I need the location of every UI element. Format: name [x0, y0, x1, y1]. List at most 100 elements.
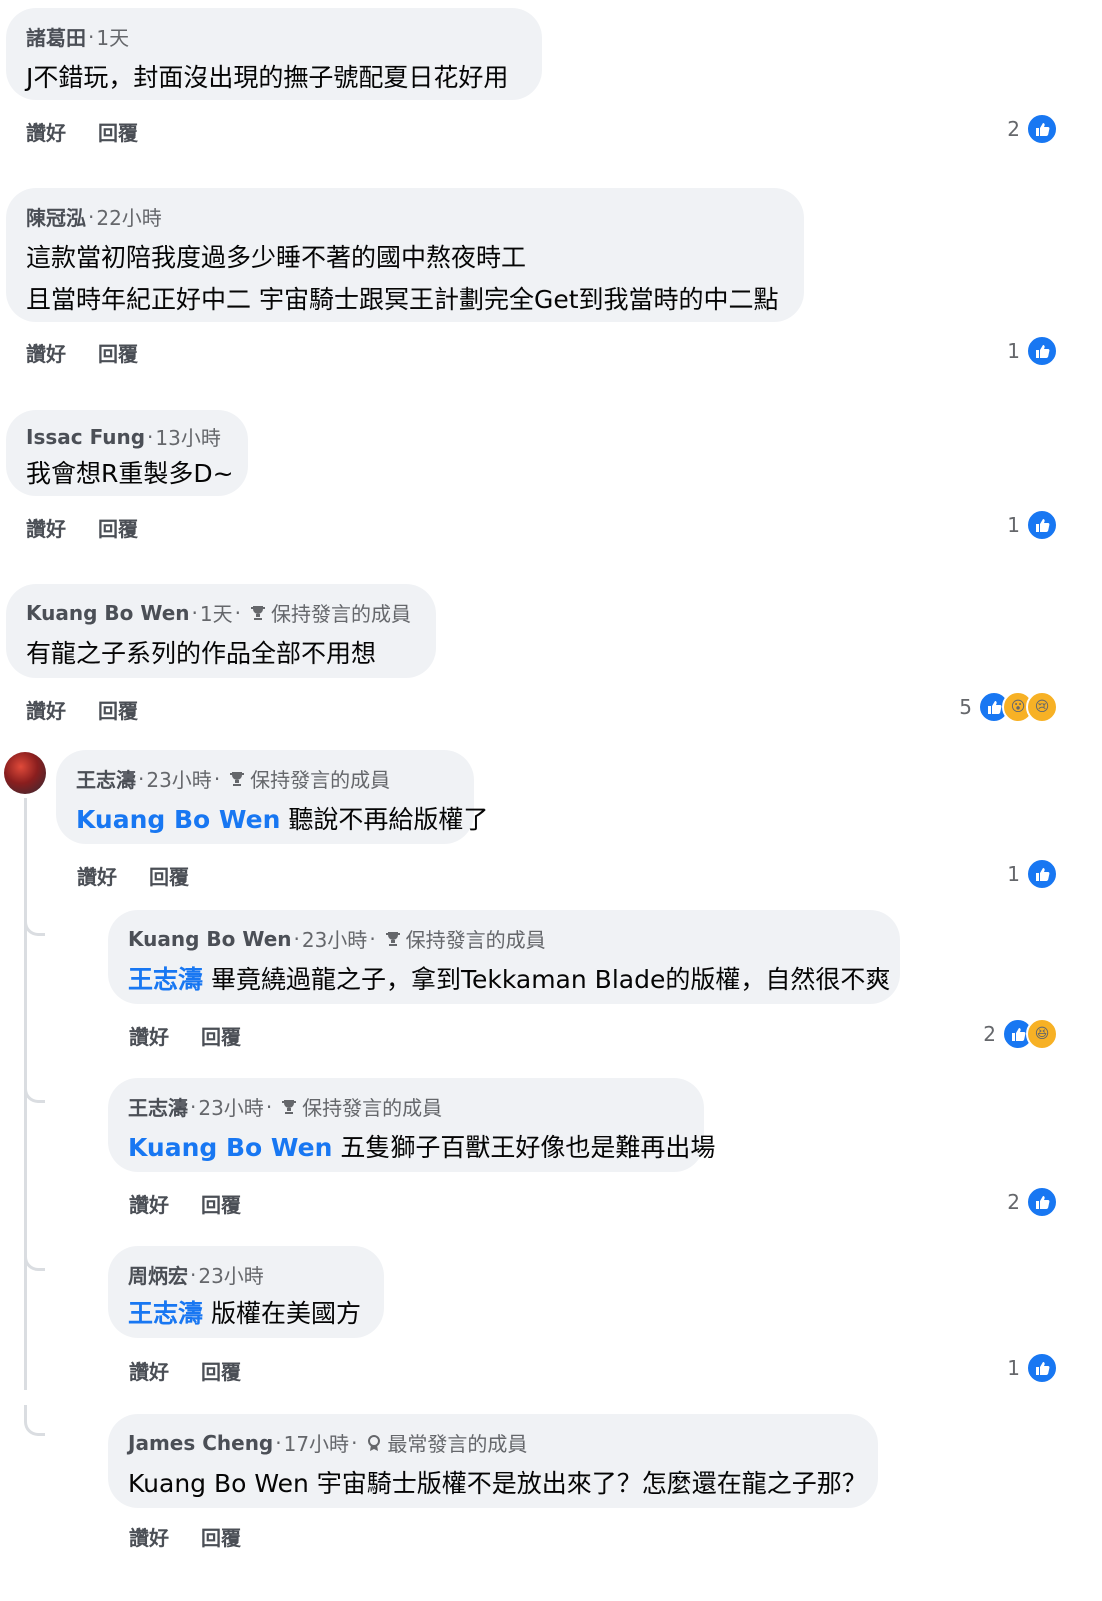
comment-text: 我會想R重製多D~ [26, 459, 234, 488]
comment-bubble: 諸葛田 · 1天 J不錯玩，封面沒出現的撫子號配夏日花好用 [6, 8, 542, 100]
top-contributor-icon [368, 1434, 381, 1451]
reaction-summary[interactable]: 5 😮 😢 [959, 691, 1058, 723]
reaction-summary[interactable]: 2 [1007, 1186, 1058, 1218]
reply-body: 聽說不再給版權了 [288, 805, 489, 834]
commenter-name[interactable]: James Cheng [128, 1431, 273, 1455]
comment-time[interactable]: 23小時 [146, 764, 211, 793]
commenter-name[interactable]: Kuang Bo Wen [26, 601, 190, 625]
trophy-icon [250, 605, 265, 620]
comment-time[interactable]: 23小時 [302, 924, 367, 953]
reply-button[interactable]: 回覆 [201, 1189, 241, 1218]
like-button[interactable]: 讚好 [26, 513, 66, 542]
commenter-name[interactable]: 陳冠泓 [26, 202, 86, 231]
member-badge: 保持發言的成員 [228, 764, 390, 793]
badge-label: 保持發言的成員 [250, 768, 391, 792]
comment-meta: 諸葛田 · 1天 [26, 22, 129, 51]
reply-button[interactable]: 回覆 [98, 513, 138, 542]
commenter-name[interactable]: 諸葛田 [26, 22, 86, 51]
like-icon [1026, 113, 1058, 145]
mention-link[interactable]: 王志濤 [128, 965, 203, 994]
thread-connector [24, 1072, 45, 1103]
reply-button[interactable]: 回覆 [98, 117, 138, 146]
comment-meta: James Cheng · 17小時 · 最常發言的成員 [128, 1428, 527, 1457]
reply-body: 五隻獅子百獸王好像也是難再出場 [340, 1133, 716, 1162]
comment-actions: 讚好 回覆 [129, 1189, 241, 1218]
like-icon [1026, 1352, 1058, 1384]
mention-link[interactable]: 王志濤 [128, 1299, 203, 1328]
reaction-count: 1 [1007, 1356, 1020, 1380]
comment-meta: Kuang Bo Wen · 1天 · 保持發言的成員 [26, 598, 411, 627]
comment-time[interactable]: 23小時 [198, 1092, 263, 1121]
badge-label: 保持發言的成員 [270, 602, 411, 626]
comment-actions: 讚好 回覆 [26, 695, 138, 724]
reply-bubble: James Cheng · 17小時 · 最常發言的成員 Kuang Bo Wen… [108, 1414, 878, 1508]
reaction-summary[interactable]: 1 [1007, 509, 1058, 541]
reaction-summary[interactable]: 1 [1007, 335, 1058, 367]
like-button[interactable]: 讚好 [77, 861, 117, 890]
member-badge: 最常發言的成員 [365, 1428, 527, 1457]
reply-text: 王志濤 版權在美國方 [128, 1294, 361, 1330]
comment-time[interactable]: 1天 [96, 22, 129, 51]
reaction-summary[interactable]: 1 [1007, 1352, 1058, 1384]
reaction-count: 1 [1007, 339, 1020, 363]
reply-body: 版權在美國方 [210, 1299, 361, 1328]
trophy-icon [282, 1099, 297, 1114]
comment-time[interactable]: 22小時 [96, 202, 161, 231]
member-badge: 保持發言的成員 [249, 598, 411, 627]
reply-button[interactable]: 回覆 [201, 1522, 241, 1551]
reply-text: Kuang Bo Wen 宇宙騎士版權不是放出來了？怎麼還在龍之子那？ [128, 1469, 867, 1498]
comment-time[interactable]: 1天 [200, 598, 233, 627]
like-button[interactable]: 讚好 [129, 1189, 169, 1218]
like-icon [1026, 509, 1058, 541]
commenter-name[interactable]: Kuang Bo Wen [128, 927, 292, 951]
reply-button[interactable]: 回覆 [201, 1356, 241, 1385]
like-button[interactable]: 讚好 [26, 117, 66, 146]
reaction-count: 1 [1007, 513, 1020, 537]
badge-label: 最常發言的成員 [387, 1432, 528, 1456]
like-button[interactable]: 讚好 [129, 1021, 169, 1050]
reply-body: 畢竟繞過龍之子，拿到Tekkaman Blade的版權，自然很不爽 [210, 965, 891, 994]
reaction-count: 2 [1007, 117, 1020, 141]
reaction-summary[interactable]: 2 😆 [983, 1018, 1058, 1050]
comment-text: 有龍之子系列的作品全部不用想 [26, 639, 377, 668]
comment-meta: 王志濤 · 23小時 · 保持發言的成員 [76, 764, 390, 793]
mention-link[interactable]: Kuang Bo Wen [76, 805, 280, 834]
comment-actions: 讚好 回覆 [26, 117, 138, 146]
comment-meta: Issac Fung · 13小時 [26, 422, 221, 451]
reply-button[interactable]: 回覆 [149, 861, 189, 890]
mention-link[interactable]: Kuang Bo Wen [128, 1133, 332, 1162]
comment-meta: 周炳宏 · 23小時 [128, 1260, 264, 1289]
member-badge: 保持發言的成員 [384, 924, 546, 953]
reply-bubble: 王志濤 · 23小時 · 保持發言的成員 Kuang Bo Wen 聽說不再給版權… [56, 750, 488, 844]
avatar[interactable] [4, 752, 46, 794]
reply-text: Kuang Bo Wen 聽說不再給版權了 [76, 800, 488, 836]
reaction-count: 1 [1007, 862, 1020, 886]
reply-text: 王志濤 畢竟繞過龍之子，拿到Tekkaman Blade的版權，自然很不爽 [128, 960, 890, 996]
like-button[interactable]: 讚好 [26, 338, 66, 367]
like-button[interactable]: 讚好 [129, 1522, 169, 1551]
reaction-summary[interactable]: 2 [1007, 113, 1058, 145]
reply-text: Kuang Bo Wen 五隻獅子百獸王好像也是難再出場 [128, 1128, 715, 1164]
like-button[interactable]: 讚好 [26, 695, 66, 724]
like-button[interactable]: 讚好 [129, 1356, 169, 1385]
reaction-count: 2 [1007, 1190, 1020, 1214]
reply-button[interactable]: 回覆 [98, 338, 138, 367]
reply-button[interactable]: 回覆 [201, 1021, 241, 1050]
reply-button[interactable]: 回覆 [98, 695, 138, 724]
reaction-summary[interactable]: 1 [1007, 858, 1058, 890]
comment-time[interactable]: 13小時 [155, 422, 220, 451]
comment-time[interactable]: 17小時 [284, 1428, 349, 1457]
comment-time[interactable]: 23小時 [198, 1260, 263, 1289]
commenter-name[interactable]: 王志濤 [128, 1092, 188, 1121]
badge-label: 保持發言的成員 [405, 928, 546, 952]
commenter-name[interactable]: 王志濤 [76, 764, 136, 793]
commenter-name[interactable]: Issac Fung [26, 425, 145, 449]
comment-actions: 讚好 回覆 [129, 1356, 241, 1385]
thread-connector [24, 905, 45, 936]
comment-bubble: Issac Fung · 13小時 我會想R重製多D~ [6, 410, 248, 496]
comment-meta: 陳冠泓 · 22小時 [26, 202, 162, 231]
reply-bubble: 周炳宏 · 23小時 王志濤 版權在美國方 [108, 1246, 384, 1338]
commenter-name[interactable]: 周炳宏 [128, 1260, 188, 1289]
comment-actions: 讚好 回覆 [129, 1522, 241, 1551]
comment-text: J不錯玩，封面沒出現的撫子號配夏日花好用 [26, 63, 509, 92]
